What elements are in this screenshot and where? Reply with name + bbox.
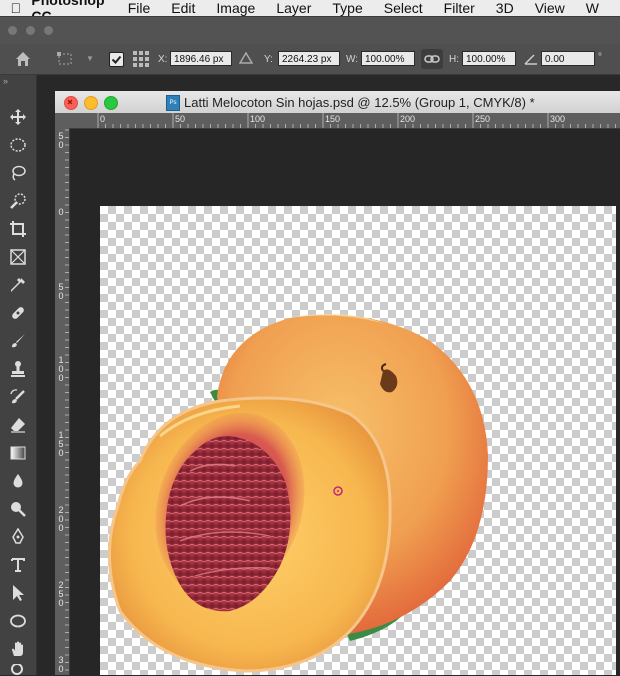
ruler-h-label: 150	[325, 114, 341, 124]
reference-point-grid-icon[interactable]	[132, 50, 150, 68]
gradient-tool-icon[interactable]	[6, 442, 30, 464]
ruler-v-label: 30	[58, 655, 64, 674]
close-button[interactable]	[64, 96, 78, 110]
app-minimize-dot[interactable]	[26, 26, 35, 35]
menu-3d[interactable]: 3D	[496, 0, 514, 16]
ruler-v-label: 50	[58, 131, 64, 150]
dodge-tool-icon[interactable]	[6, 498, 30, 520]
ruler-h-label: 0	[100, 114, 106, 124]
crop-tool-icon[interactable]	[6, 218, 30, 240]
ruler-v-label: 0	[58, 207, 64, 217]
x-position-field[interactable]: 1896.46 px	[170, 51, 232, 66]
menu-layer[interactable]: Layer	[276, 0, 311, 16]
menu-filter[interactable]: Filter	[444, 0, 475, 16]
quick-selection-tool-icon[interactable]	[6, 190, 30, 212]
ruler-h-label: 250	[475, 114, 491, 124]
zoom-tool-icon[interactable]	[6, 664, 30, 676]
ruler-v-label: 250	[58, 580, 64, 608]
y-label: Y:	[264, 54, 273, 65]
app-window-bar	[0, 16, 620, 45]
menu-window[interactable]: W	[586, 0, 599, 16]
history-brush-tool-icon[interactable]	[6, 386, 30, 408]
ruler-h-label: 300	[550, 114, 566, 124]
zoom-button[interactable]	[104, 96, 118, 110]
psd-file-icon: Ps	[166, 95, 180, 111]
menu-image[interactable]: Image	[216, 0, 255, 16]
vertical-ruler[interactable]: 50 0 50 100 150 200 250 30	[55, 128, 70, 675]
menu-file[interactable]: File	[128, 0, 151, 16]
ruler-v-label: 150	[58, 430, 64, 458]
ruler-v-label: 50	[58, 282, 64, 301]
options-bar: ▼ X: 1896.46 px Y: 2264.23 px W: 100.00%…	[0, 44, 620, 75]
document-title: Latti Melocoton Sin hojas.psd @ 12.5% (G…	[184, 95, 535, 110]
menu-type[interactable]: Type	[332, 0, 362, 16]
ruler-h-label: 50	[175, 114, 186, 124]
panel-collapse-icon[interactable]: »	[3, 76, 8, 86]
menu-bar:  Photoshop CC File Edit Image Layer Typ…	[0, 0, 620, 24]
ruler-v-label: 200	[58, 505, 64, 533]
ellipse-tool-icon[interactable]	[6, 610, 30, 632]
height-field[interactable]: 100.00%	[462, 51, 516, 66]
chevron-down-icon[interactable]: ▼	[86, 54, 94, 63]
document-window: Ps Latti Melocoton Sin hojas.psd @ 12.5%…	[55, 91, 620, 675]
rotate-angle-field[interactable]: 0.00	[541, 51, 595, 66]
x-label: X:	[158, 54, 168, 65]
transform-tool-icon[interactable]	[56, 51, 74, 67]
tools-panel: »	[0, 75, 37, 675]
pen-tool-icon[interactable]	[6, 526, 30, 548]
ruler-h-label: 100	[250, 114, 266, 124]
ruler-v-label: 100	[58, 355, 64, 383]
document-canvas[interactable]	[100, 206, 616, 675]
angle-unit: °	[598, 52, 602, 63]
home-icon[interactable]	[14, 50, 32, 68]
hand-tool-icon[interactable]	[6, 638, 30, 660]
menu-edit[interactable]: Edit	[171, 0, 195, 16]
y-position-field[interactable]: 2264.23 px	[278, 51, 340, 66]
show-transform-checkbox[interactable]	[109, 52, 124, 67]
ruler-h-label: 200	[400, 114, 416, 124]
ruler-corner[interactable]	[55, 113, 69, 128]
blur-tool-icon[interactable]	[6, 470, 30, 492]
app-close-dot[interactable]	[8, 26, 17, 35]
delta-icon[interactable]	[238, 51, 254, 65]
h-label: H:	[449, 54, 459, 65]
app-zoom-dot[interactable]	[44, 26, 53, 35]
type-tool-icon[interactable]	[6, 554, 30, 576]
horizontal-ruler[interactable]: 0 50 100 150 200 250 300	[69, 113, 620, 129]
frame-tool-icon[interactable]	[6, 246, 30, 268]
move-tool-icon[interactable]	[6, 106, 30, 128]
document-title-bar: Ps Latti Melocoton Sin hojas.psd @ 12.5%…	[55, 91, 620, 114]
w-label: W:	[346, 54, 359, 65]
peach-artwork	[107, 314, 488, 673]
minimize-button[interactable]	[84, 96, 98, 110]
link-icon[interactable]	[421, 49, 443, 69]
menu-select[interactable]: Select	[384, 0, 423, 16]
eraser-tool-icon[interactable]	[6, 414, 30, 436]
path-selection-tool-icon[interactable]	[6, 582, 30, 604]
healing-brush-tool-icon[interactable]	[6, 302, 30, 324]
apple-logo-icon[interactable]: 	[0, 0, 31, 16]
marquee-tool-icon[interactable]	[6, 134, 30, 156]
eyedropper-tool-icon[interactable]	[6, 274, 30, 296]
angle-icon[interactable]	[524, 52, 538, 66]
clone-stamp-tool-icon[interactable]	[6, 358, 30, 380]
menu-view[interactable]: View	[535, 0, 565, 16]
brush-tool-icon[interactable]	[6, 330, 30, 352]
width-field[interactable]: 100.00%	[361, 51, 415, 66]
lasso-tool-icon[interactable]	[6, 162, 30, 184]
